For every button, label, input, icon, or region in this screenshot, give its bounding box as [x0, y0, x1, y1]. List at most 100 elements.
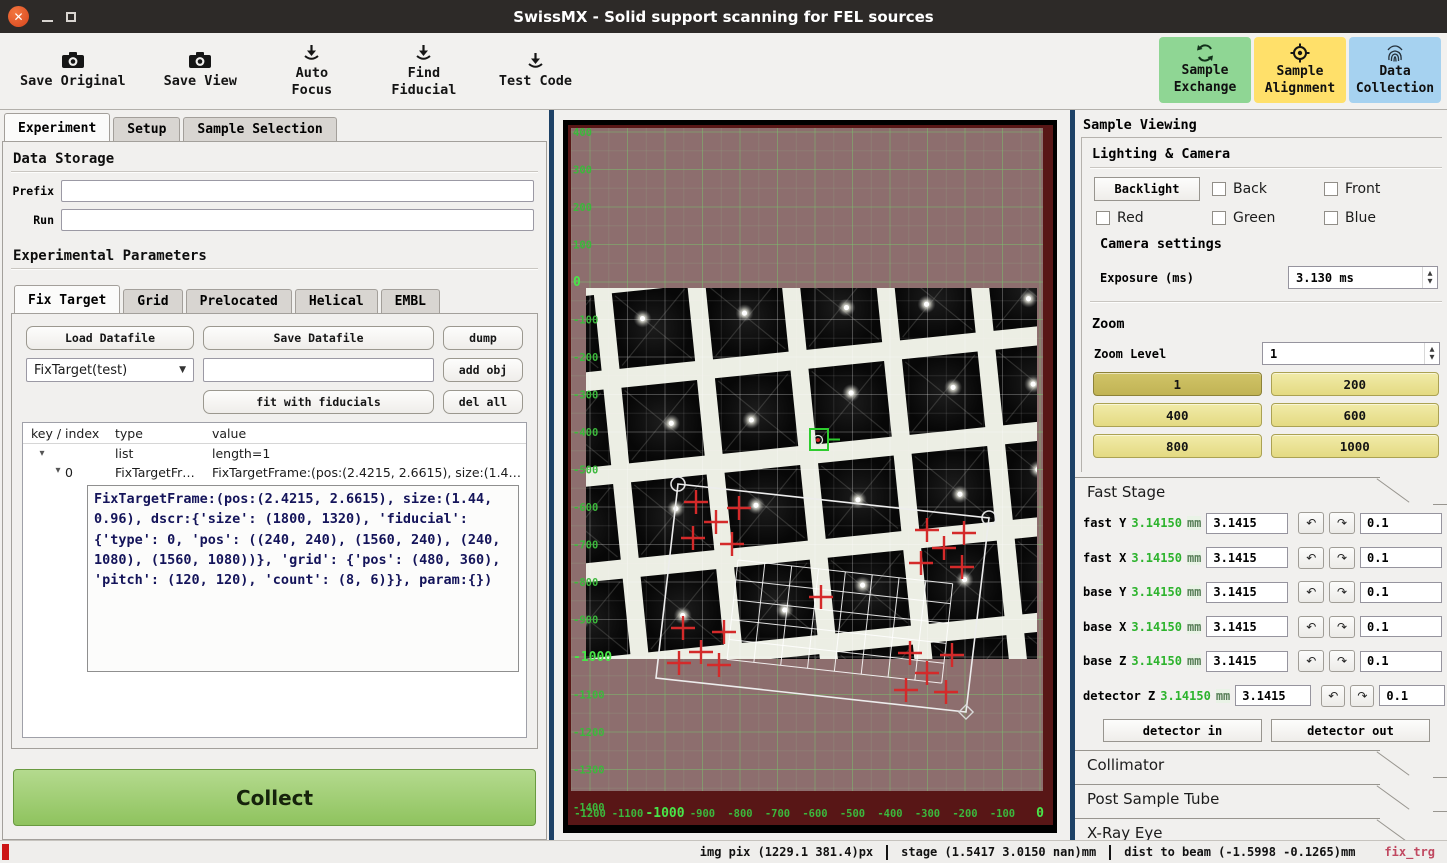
save-view-button[interactable]: Save View [158, 51, 243, 91]
stage-viewer-svg[interactable]: 4003002001000-100-200-300-400-500-600-70… [563, 120, 1057, 833]
close-icon[interactable]: ✕ [8, 6, 29, 27]
post-sample-tube-header[interactable]: Post Sample Tube [1081, 784, 1442, 813]
tab-fix-target[interactable]: Fix Target [14, 285, 120, 313]
data-collection-button[interactable]: Data Collection [1349, 37, 1441, 103]
table-row[interactable]: ▾ list length=1 [23, 444, 526, 463]
zoom-level-spinbox[interactable]: 1 ▲▼ [1262, 342, 1440, 365]
fast-y-step-input[interactable] [1360, 513, 1442, 534]
auto-focus-button[interactable]: Auto Focus [269, 43, 355, 100]
svg-text:100: 100 [573, 240, 592, 252]
zoom-1-button[interactable]: 1 [1093, 372, 1262, 396]
collect-button[interactable]: Collect [13, 769, 536, 826]
find-fiducial-button[interactable]: Find Fiducial [381, 43, 467, 100]
camera-settings-title: Camera settings [1090, 230, 1442, 256]
status-indicator [2, 844, 9, 860]
tab-prelocated[interactable]: Prelocated [186, 289, 292, 314]
fast-x-step-input[interactable] [1360, 547, 1442, 568]
increment-button[interactable]: ↷ [1329, 512, 1355, 534]
base-y-target-input[interactable] [1206, 582, 1288, 603]
decrement-button[interactable]: ↶ [1298, 650, 1324, 672]
save-datafile-button[interactable]: Save Datafile [203, 326, 434, 350]
zoom-200-button[interactable]: 200 [1271, 372, 1440, 396]
base-x-target-input[interactable] [1206, 616, 1288, 637]
svg-text:-300: -300 [915, 808, 940, 820]
base-x-step-input[interactable] [1360, 616, 1442, 637]
status-separator [886, 845, 888, 860]
decrement-button[interactable]: ↶ [1298, 616, 1324, 638]
checkbox-box[interactable] [1212, 211, 1226, 225]
detector-out-button[interactable]: detector out [1271, 719, 1430, 742]
load-datafile-button[interactable]: Load Datafile [26, 326, 194, 350]
zoom-1000-button[interactable]: 1000 [1271, 434, 1440, 458]
base-y-step-input[interactable] [1360, 582, 1442, 603]
checkbox-box[interactable] [1212, 182, 1226, 196]
base-z-step-input[interactable] [1360, 651, 1442, 672]
decrement-button[interactable]: ↶ [1298, 547, 1324, 569]
zoom-600-button[interactable]: 600 [1271, 403, 1440, 427]
checkbox-blue[interactable]: Blue [1324, 210, 1438, 226]
detector-in-button[interactable]: detector in [1103, 719, 1262, 742]
test-code-button[interactable]: Test Code [493, 51, 578, 91]
tab-helical[interactable]: Helical [295, 289, 378, 314]
tab-embl[interactable]: EMBL [381, 289, 440, 314]
dump-button[interactable]: dump [443, 326, 523, 350]
base-z-target-input[interactable] [1206, 651, 1288, 672]
spin-arrows-icon[interactable]: ▲▼ [1422, 267, 1437, 288]
download-arrow-icon [527, 52, 544, 69]
tab-setup[interactable]: Setup [113, 117, 180, 142]
expander-icon[interactable]: ▾ [35, 448, 49, 459]
svg-text:-200: -200 [573, 352, 598, 364]
zoom-800-button[interactable]: 800 [1093, 434, 1262, 458]
stage-viewer[interactable]: 4003002001000-100-200-300-400-500-600-70… [563, 120, 1057, 833]
decrement-button[interactable]: ↶ [1298, 512, 1324, 534]
svg-text:-1200: -1200 [573, 727, 605, 739]
maximize-icon[interactable] [66, 12, 76, 22]
tab-sample-selection[interactable]: Sample Selection [183, 117, 336, 142]
fit-with-fiducials-button[interactable]: fit with fiducials [203, 390, 434, 414]
fast-y-target-input[interactable] [1206, 513, 1288, 534]
backlight-button[interactable]: Backlight [1094, 177, 1200, 201]
increment-button[interactable]: ↷ [1329, 581, 1355, 603]
detector-z-step-input[interactable] [1379, 685, 1445, 706]
tab-experiment[interactable]: Experiment [4, 113, 110, 141]
prefix-input[interactable] [61, 180, 534, 202]
checkbox-box[interactable] [1324, 211, 1338, 225]
frame-type-select[interactable]: FixTarget(test) ▼ [26, 358, 194, 382]
checkbox-box[interactable] [1096, 211, 1110, 225]
table-header: key / index type value [23, 423, 526, 444]
collimator-header[interactable]: Collimator [1081, 750, 1442, 779]
tab-grid[interactable]: Grid [123, 289, 182, 314]
svg-text:-1300: -1300 [573, 765, 605, 777]
sample-viewing-title: Sample Viewing [1081, 113, 1442, 137]
fast-stage-rows: fast Y 3.14150 mm ↶ ↷ fast X 3.14150 mm … [1081, 506, 1442, 707]
checkbox-red[interactable]: Red [1096, 210, 1212, 226]
checkbox-green[interactable]: Green [1212, 210, 1324, 226]
detector-z-target-input[interactable] [1235, 685, 1311, 706]
increment-button[interactable]: ↷ [1329, 650, 1355, 672]
minimize-icon[interactable] [42, 20, 53, 22]
run-input[interactable] [61, 209, 534, 231]
table-row[interactable]: ▾0 FixTargetFr… FixTargetFrame:(pos:(2.4… [23, 463, 526, 482]
increment-button[interactable]: ↷ [1350, 685, 1374, 707]
fast-stage-header[interactable]: Fast Stage [1081, 477, 1442, 506]
spin-arrows-icon[interactable]: ▲▼ [1424, 343, 1439, 364]
sample-exchange-button[interactable]: Sample Exchange [1159, 37, 1251, 103]
expander-icon[interactable]: ▾ [51, 465, 65, 480]
add-obj-button[interactable]: add obj [443, 358, 523, 382]
checkbox-back[interactable]: Back [1212, 181, 1324, 197]
increment-button[interactable]: ↷ [1329, 616, 1355, 638]
spacer [26, 390, 194, 414]
checkbox-front[interactable]: Front [1324, 181, 1438, 197]
fast-x-target-input[interactable] [1206, 547, 1288, 568]
decrement-button[interactable]: ↶ [1298, 581, 1324, 603]
decrement-button[interactable]: ↶ [1321, 685, 1345, 707]
del-all-button[interactable]: del all [443, 390, 523, 414]
increment-button[interactable]: ↷ [1329, 547, 1355, 569]
exposure-spinbox[interactable]: 3.130 ms ▲▼ [1288, 266, 1438, 289]
checkbox-box[interactable] [1324, 182, 1338, 196]
sample-alignment-button[interactable]: Sample Alignment [1254, 37, 1346, 103]
zoom-400-button[interactable]: 400 [1093, 403, 1262, 427]
titlebar: ✕ SwissMX - Solid support scanning for F… [0, 0, 1447, 33]
save-original-button[interactable]: Save Original [14, 51, 132, 91]
object-name-input[interactable] [203, 358, 434, 382]
